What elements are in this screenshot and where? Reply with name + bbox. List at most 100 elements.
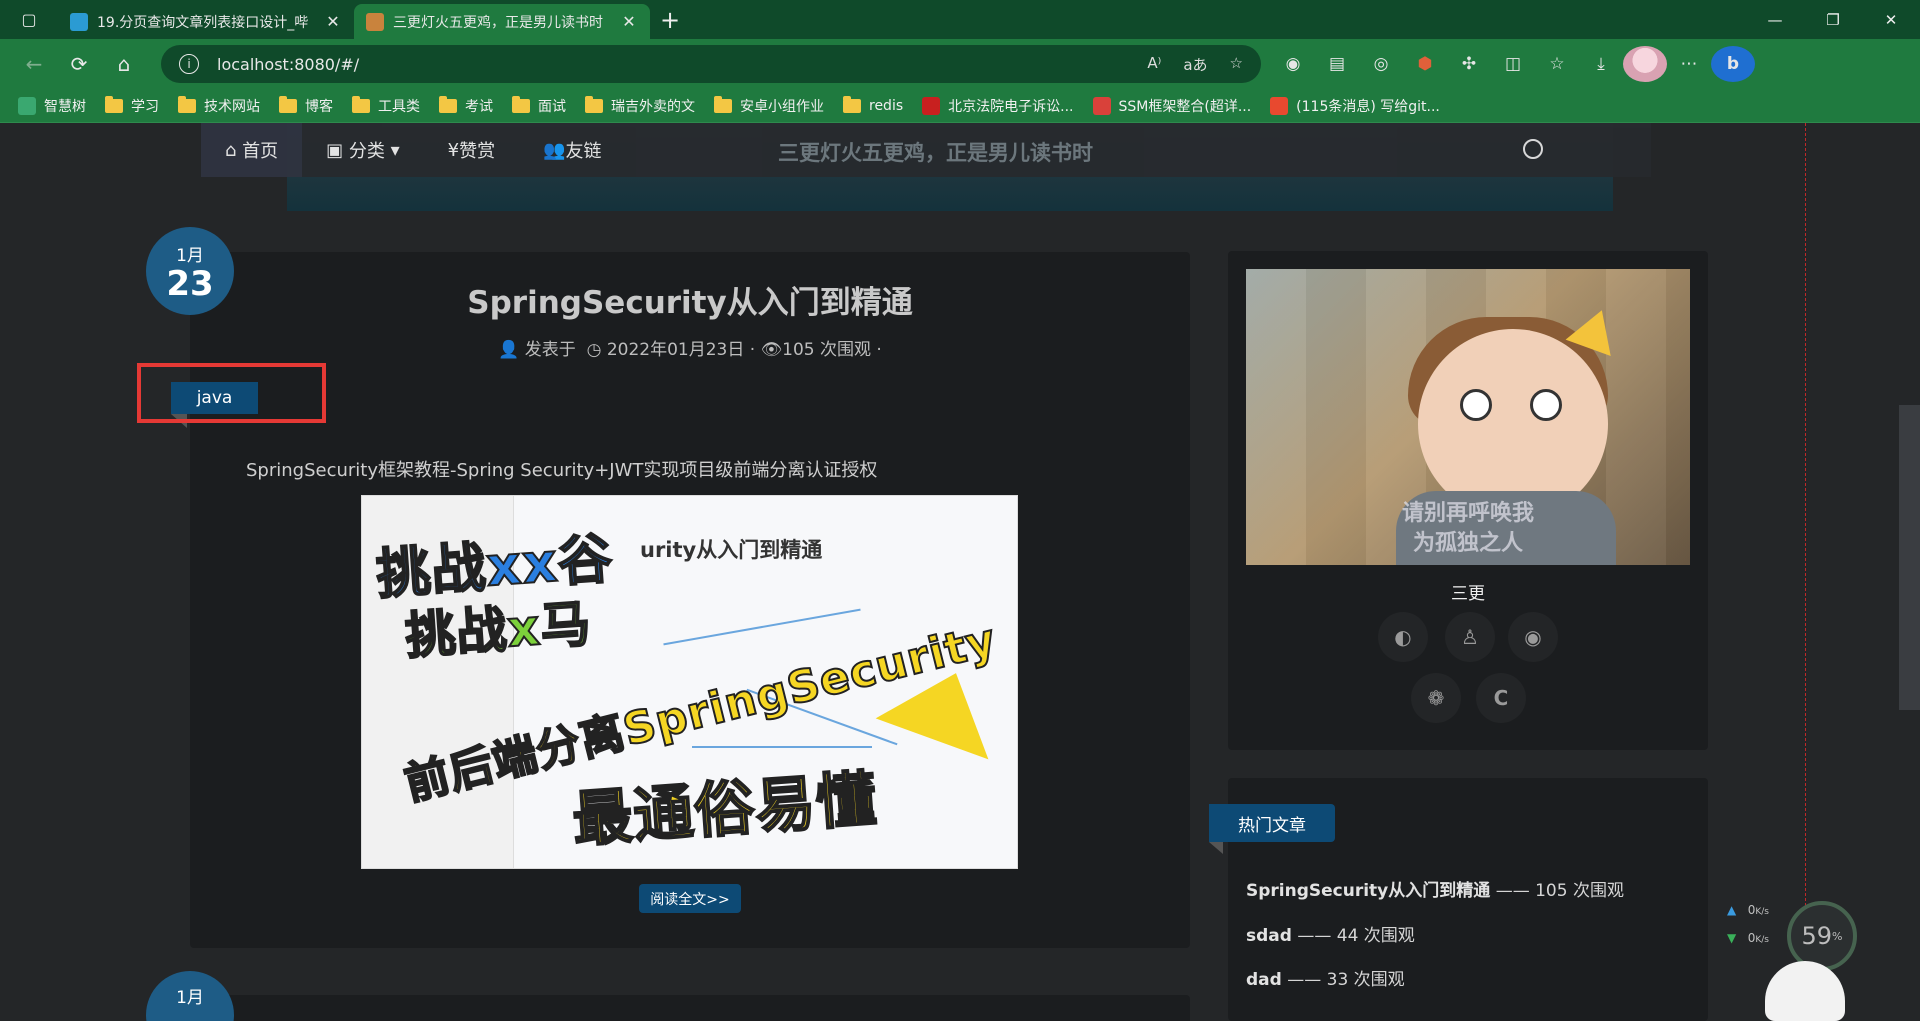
eye-icon: 👁	[760, 340, 783, 360]
mindmap-line	[663, 608, 861, 646]
download-icon[interactable]: ⤓	[1579, 46, 1623, 82]
read-more-button[interactable]: 阅读全文>>	[639, 884, 741, 913]
info-icon[interactable]: i	[179, 54, 199, 74]
extension-icon[interactable]: ▤	[1315, 46, 1359, 82]
user-icon[interactable]	[1523, 139, 1543, 159]
post-title[interactable]: SpringSecurity从入门到精通	[190, 277, 1190, 322]
site-favicon-icon	[366, 12, 384, 31]
close-icon[interactable]: ✕	[620, 12, 638, 31]
bookmark-label: 北京法院电子诉讼...	[948, 98, 1074, 115]
bookmark-label: redis	[869, 97, 904, 114]
scrollbar[interactable]	[1899, 405, 1920, 710]
bookmark-item[interactable]: 面试	[512, 95, 566, 116]
folder-icon	[714, 95, 732, 113]
folder-icon	[439, 95, 457, 113]
bookmark-item[interactable]: 学习	[105, 95, 159, 116]
bookmark-label: 技术网站	[204, 98, 260, 115]
site-favicon-icon	[18, 96, 36, 115]
bookmark-item[interactable]: 安卓小组作业	[714, 95, 824, 116]
bookmark-label: 工具类	[378, 98, 420, 115]
hot-article-item[interactable]: sdad —— 44 次围观	[1246, 921, 1415, 946]
home-icon: ⌂	[225, 139, 243, 161]
desktop-pet	[1765, 961, 1845, 1021]
post-cover-image[interactable]: urity从入门到精通 挑战xx谷 挑战x马 前后端分离SpringSecuri…	[361, 495, 1018, 869]
back-icon[interactable]: ←	[12, 46, 56, 82]
folder-icon	[843, 95, 861, 113]
weibo-icon[interactable]: ◉	[1508, 612, 1558, 662]
memory-gauge: 59%	[1787, 901, 1857, 971]
site-motto: 三更灯火五更鸡，正是男儿读书时	[778, 141, 1093, 165]
bookmark-label: 安卓小组作业	[740, 98, 824, 115]
qq-icon[interactable]: ♙	[1445, 612, 1495, 662]
bookmark-item[interactable]: 智慧树	[18, 96, 86, 116]
hot-articles-title: 热门文章	[1209, 804, 1335, 842]
tab-title: 三更灯火五更鸡，正是男儿读书时	[393, 14, 603, 31]
bookmark-item[interactable]: (115条消息) 写给git...	[1270, 96, 1440, 116]
bookmark-label: 学习	[131, 98, 159, 115]
image-caption: 请别再呼唤我	[1401, 501, 1534, 526]
upload-speed: ▲ 0K/s	[1727, 903, 1769, 917]
bookmark-item[interactable]: 北京法院电子诉讼...	[922, 96, 1074, 116]
network-widget[interactable]: ▲ 0K/s ▼ 0K/s 59%	[1713, 891, 1913, 1021]
nav-category[interactable]: ▣ 分类 ▾	[302, 123, 424, 177]
extensions-icon[interactable]: ✣	[1447, 46, 1491, 82]
browser-tab-active[interactable]: 三更灯火五更鸡，正是男儿读书时 ✕	[354, 4, 650, 39]
bookmark-item[interactable]: 技术网站	[178, 95, 260, 116]
bing-icon[interactable]: b	[1711, 46, 1755, 82]
bookmark-label: (115条消息) 写给git...	[1296, 98, 1440, 115]
restore-icon[interactable]: ❐	[1804, 0, 1862, 39]
extension-icon[interactable]: ◎	[1359, 46, 1403, 82]
site-navbar: ⌂ 首页 ▣ 分类 ▾ ¥ 赞赏 👥 友链 三更灯火五更鸡，正是男儿读书时	[201, 123, 1651, 177]
translate-icon[interactable]: aあ	[1183, 54, 1207, 75]
bookmark-label: 面试	[538, 98, 566, 115]
bookmark-label: 瑞吉外卖的文	[611, 98, 695, 115]
extension-icon[interactable]: ⬢	[1403, 46, 1447, 82]
menu-icon[interactable]: ⋯	[1667, 46, 1711, 82]
favorite-add-icon[interactable]: ☆	[1230, 54, 1243, 75]
post-card	[190, 995, 1190, 1021]
split-screen-icon[interactable]: ◫	[1491, 46, 1535, 82]
page-viewport: ⌂ 首页 ▣ 分类 ▾ ¥ 赞赏 👥 友链 三更灯火五更鸡，正是男儿读书时 1月 2…	[0, 123, 1920, 1021]
bookmark-label: 博客	[305, 98, 333, 115]
bookmark-item[interactable]: 瑞吉外卖的文	[585, 95, 695, 116]
hot-article-item[interactable]: SpringSecurity从入门到精通 —— 105 次围观	[1246, 876, 1624, 901]
refresh-icon[interactable]: ⟳	[57, 46, 101, 82]
tab-title: 19.分页查询文章列表接口设计_哔	[97, 14, 309, 31]
close-icon[interactable]: ✕	[324, 12, 342, 31]
bookmark-item[interactable]: 博客	[279, 95, 333, 116]
hot-article-item[interactable]: dad —— 33 次围观	[1246, 965, 1405, 990]
nav-home[interactable]: ⌂ 首页	[201, 123, 303, 177]
extension-icon[interactable]: ◉	[1271, 46, 1315, 82]
read-aloud-icon[interactable]: A⁾	[1147, 54, 1161, 75]
download-speed: ▼ 0K/s	[1727, 931, 1769, 945]
user-icon: 👤	[498, 340, 520, 360]
csdn-icon[interactable]: C	[1476, 673, 1526, 723]
address-bar-row: ← ⟳ ⌂ i localhost:8080/#/ A⁾ aあ ☆ ◉ ▤ ◎ …	[0, 39, 1920, 89]
bookmark-item[interactable]: SSM框架整合(超详...	[1092, 96, 1251, 116]
home-icon[interactable]: ⌂	[102, 46, 146, 82]
address-input[interactable]: i localhost:8080/#/ A⁾ aあ ☆	[161, 45, 1261, 83]
cover-mindmap-title: urity从入门到精通	[640, 538, 823, 562]
nav-reward[interactable]: ¥ 赞赏	[424, 123, 519, 177]
caret-down-icon: ▾	[384, 139, 400, 161]
bookmarks-bar: 智慧树 学习 技术网站 博客 工具类 考试 面试 瑞吉外卖的文 安卓小组作业 redis 北京法院电…	[0, 89, 1920, 123]
wechat-icon[interactable]: ❁	[1411, 673, 1461, 723]
favorites-icon[interactable]: ☆	[1535, 46, 1579, 82]
folder-icon	[512, 95, 530, 113]
users-icon: 👥	[543, 139, 566, 161]
clock-icon: ◷	[586, 340, 602, 360]
bookmark-item[interactable]: redis	[843, 95, 904, 114]
browser-tab[interactable]: 19.分页查询文章列表接口设计_哔 ✕	[58, 4, 354, 39]
profile-avatar[interactable]	[1623, 46, 1667, 82]
minimize-icon[interactable]: —	[1746, 0, 1804, 39]
close-window-icon[interactable]: ✕	[1862, 0, 1920, 39]
bookmark-label: 考试	[465, 98, 493, 115]
ribbon-fold	[1209, 842, 1223, 854]
mindmap-line	[692, 746, 872, 748]
bookmark-item[interactable]: 工具类	[352, 95, 420, 116]
nav-links[interactable]: 👥 友链	[519, 123, 625, 177]
bookmark-item[interactable]: 考试	[439, 95, 493, 116]
plus-icon[interactable]: +	[650, 0, 690, 39]
github-icon[interactable]: ◐	[1378, 612, 1428, 662]
tab-actions-icon[interactable]: ▢	[0, 0, 58, 39]
